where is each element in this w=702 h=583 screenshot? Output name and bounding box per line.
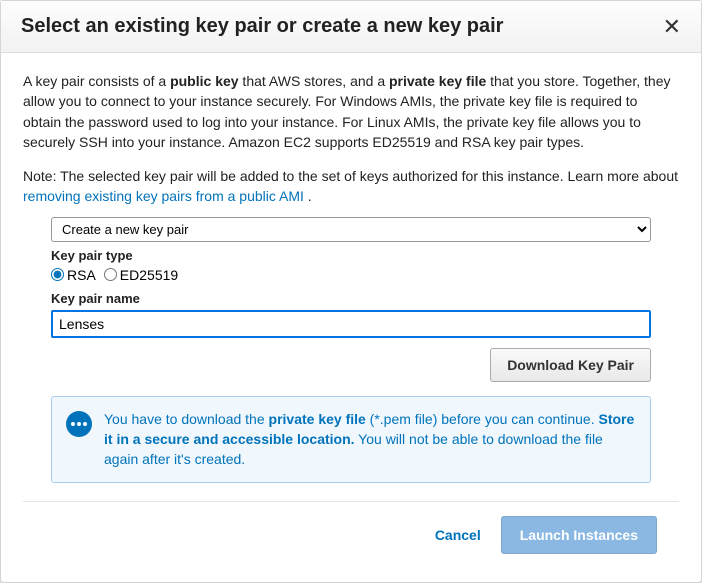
name-label: Key pair name: [51, 291, 651, 306]
note-suffix: .: [304, 188, 312, 204]
radio-rsa[interactable]: [51, 268, 64, 281]
keypair-action-select[interactable]: Create a new key pair: [51, 217, 651, 242]
modal-footer: Cancel Launch Instances: [23, 501, 679, 572]
remove-keypairs-link[interactable]: removing existing key pairs from a publi…: [23, 188, 304, 204]
cancel-button[interactable]: Cancel: [435, 527, 481, 543]
desc-text: A key pair consists of a: [23, 73, 170, 89]
desc-bold: public key: [170, 73, 238, 89]
radio-ed25519-text: ED25519: [120, 267, 178, 283]
info-icon: [66, 411, 92, 437]
close-icon[interactable]: ✕: [663, 16, 681, 38]
modal-title: Select an existing key pair or create a …: [21, 15, 503, 38]
type-label: Key pair type: [51, 248, 651, 263]
info-message: You have to download the private key fil…: [104, 409, 636, 470]
key-pair-modal: Select an existing key pair or create a …: [0, 0, 702, 583]
desc-bold: private key file: [389, 73, 486, 89]
keypair-type-radio-group: RSA ED25519: [51, 267, 651, 283]
download-keypair-button[interactable]: Download Key Pair: [490, 348, 651, 382]
info-text-part: You have to download the: [104, 411, 269, 427]
keypair-name-input[interactable]: [51, 310, 651, 338]
radio-ed25519[interactable]: [104, 268, 117, 281]
radio-rsa-text: RSA: [67, 267, 96, 283]
info-box: You have to download the private key fil…: [51, 396, 651, 483]
description-text: A key pair consists of a public key that…: [23, 71, 679, 152]
modal-body: A key pair consists of a public key that…: [1, 53, 701, 582]
desc-text: that AWS stores, and a: [239, 73, 389, 89]
radio-rsa-label[interactable]: RSA: [51, 267, 96, 283]
modal-header: Select an existing key pair or create a …: [1, 1, 701, 53]
note-text: Note: The selected key pair will be adde…: [23, 166, 679, 207]
info-bold: private key file: [269, 411, 366, 427]
note-prefix: Note: The selected key pair will be adde…: [23, 168, 678, 184]
radio-ed25519-label[interactable]: ED25519: [104, 267, 178, 283]
info-text-part: (*.pem file) before you can continue.: [366, 411, 599, 427]
download-row: Download Key Pair: [51, 348, 651, 382]
form-area: Create a new key pair Key pair type RSA …: [23, 217, 679, 483]
launch-instances-button[interactable]: Launch Instances: [501, 516, 657, 554]
